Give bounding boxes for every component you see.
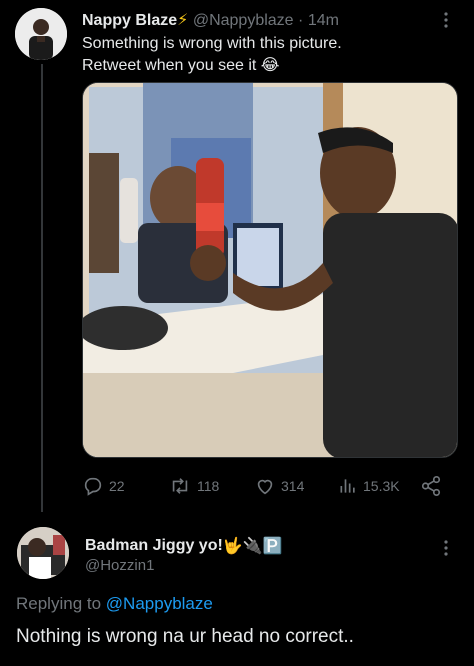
replying-mention-link[interactable]: @Nappyblaze <box>106 594 213 613</box>
tweet-text-line1: Something is wrong with this picture. <box>82 35 342 52</box>
photo-illustration <box>83 83 457 457</box>
author-handle[interactable]: @Nappyblaze <box>193 12 294 29</box>
like-count: 314 <box>281 478 305 494</box>
reply-author-handle[interactable]: @Hozzin1 <box>85 557 154 574</box>
views-count: 15.3K <box>363 478 400 494</box>
avatar-image <box>15 8 67 60</box>
reply-avatar-image <box>17 527 69 579</box>
retweet-button[interactable]: 118 <box>168 472 219 500</box>
tweet-photo[interactable] <box>82 82 458 458</box>
reply-author-avatar[interactable] <box>17 527 69 579</box>
author-name[interactable]: Nappy Blaze <box>82 12 177 29</box>
reply-more-icon[interactable] <box>441 540 451 556</box>
views-button[interactable]: 15.3K <box>338 472 400 500</box>
tweet-time[interactable]: 14m <box>308 12 339 29</box>
like-button[interactable]: 314 <box>254 472 304 500</box>
header-separator: · <box>298 12 304 29</box>
heart-icon <box>257 479 273 495</box>
reply-button[interactable]: 22 <box>82 472 125 500</box>
tweet-text: Something is wrong with this picture. Re… <box>82 33 342 77</box>
replying-prefix: Replying to <box>16 594 102 613</box>
author-badge: ⚡ <box>177 12 189 29</box>
reply-author-name-row: Badman Jiggy yo!🤟🔌🅿️ <box>85 536 283 556</box>
tweet-more-icon[interactable] <box>441 12 451 28</box>
laughing-emoji: 😂 <box>260 57 280 74</box>
retweet-count: 118 <box>197 478 220 494</box>
thread-connector-line <box>41 64 43 512</box>
replying-to: Replying to @Nappyblaze <box>16 594 213 614</box>
share-icon <box>421 476 441 496</box>
reply-author-emojis: 🤟🔌🅿️ <box>222 538 283 555</box>
reply-author-name[interactable]: Badman Jiggy yo! <box>85 537 223 554</box>
reply-text: Nothing is wrong na ur head no correct.. <box>16 626 354 647</box>
retweet-icon <box>172 478 188 494</box>
views-chart-icon <box>340 479 355 493</box>
tweet-text-line2: Retweet when you see it 😂 <box>82 57 280 74</box>
reply-icon <box>84 477 102 496</box>
reply-count: 22 <box>109 478 125 494</box>
tweet-header: Nappy Blaze⚡ @Nappyblaze · 14m <box>82 10 339 30</box>
tweet-action-bar: 22 118 314 15.3K <box>82 472 452 500</box>
author-avatar[interactable] <box>15 8 67 60</box>
share-button[interactable] <box>420 472 447 500</box>
